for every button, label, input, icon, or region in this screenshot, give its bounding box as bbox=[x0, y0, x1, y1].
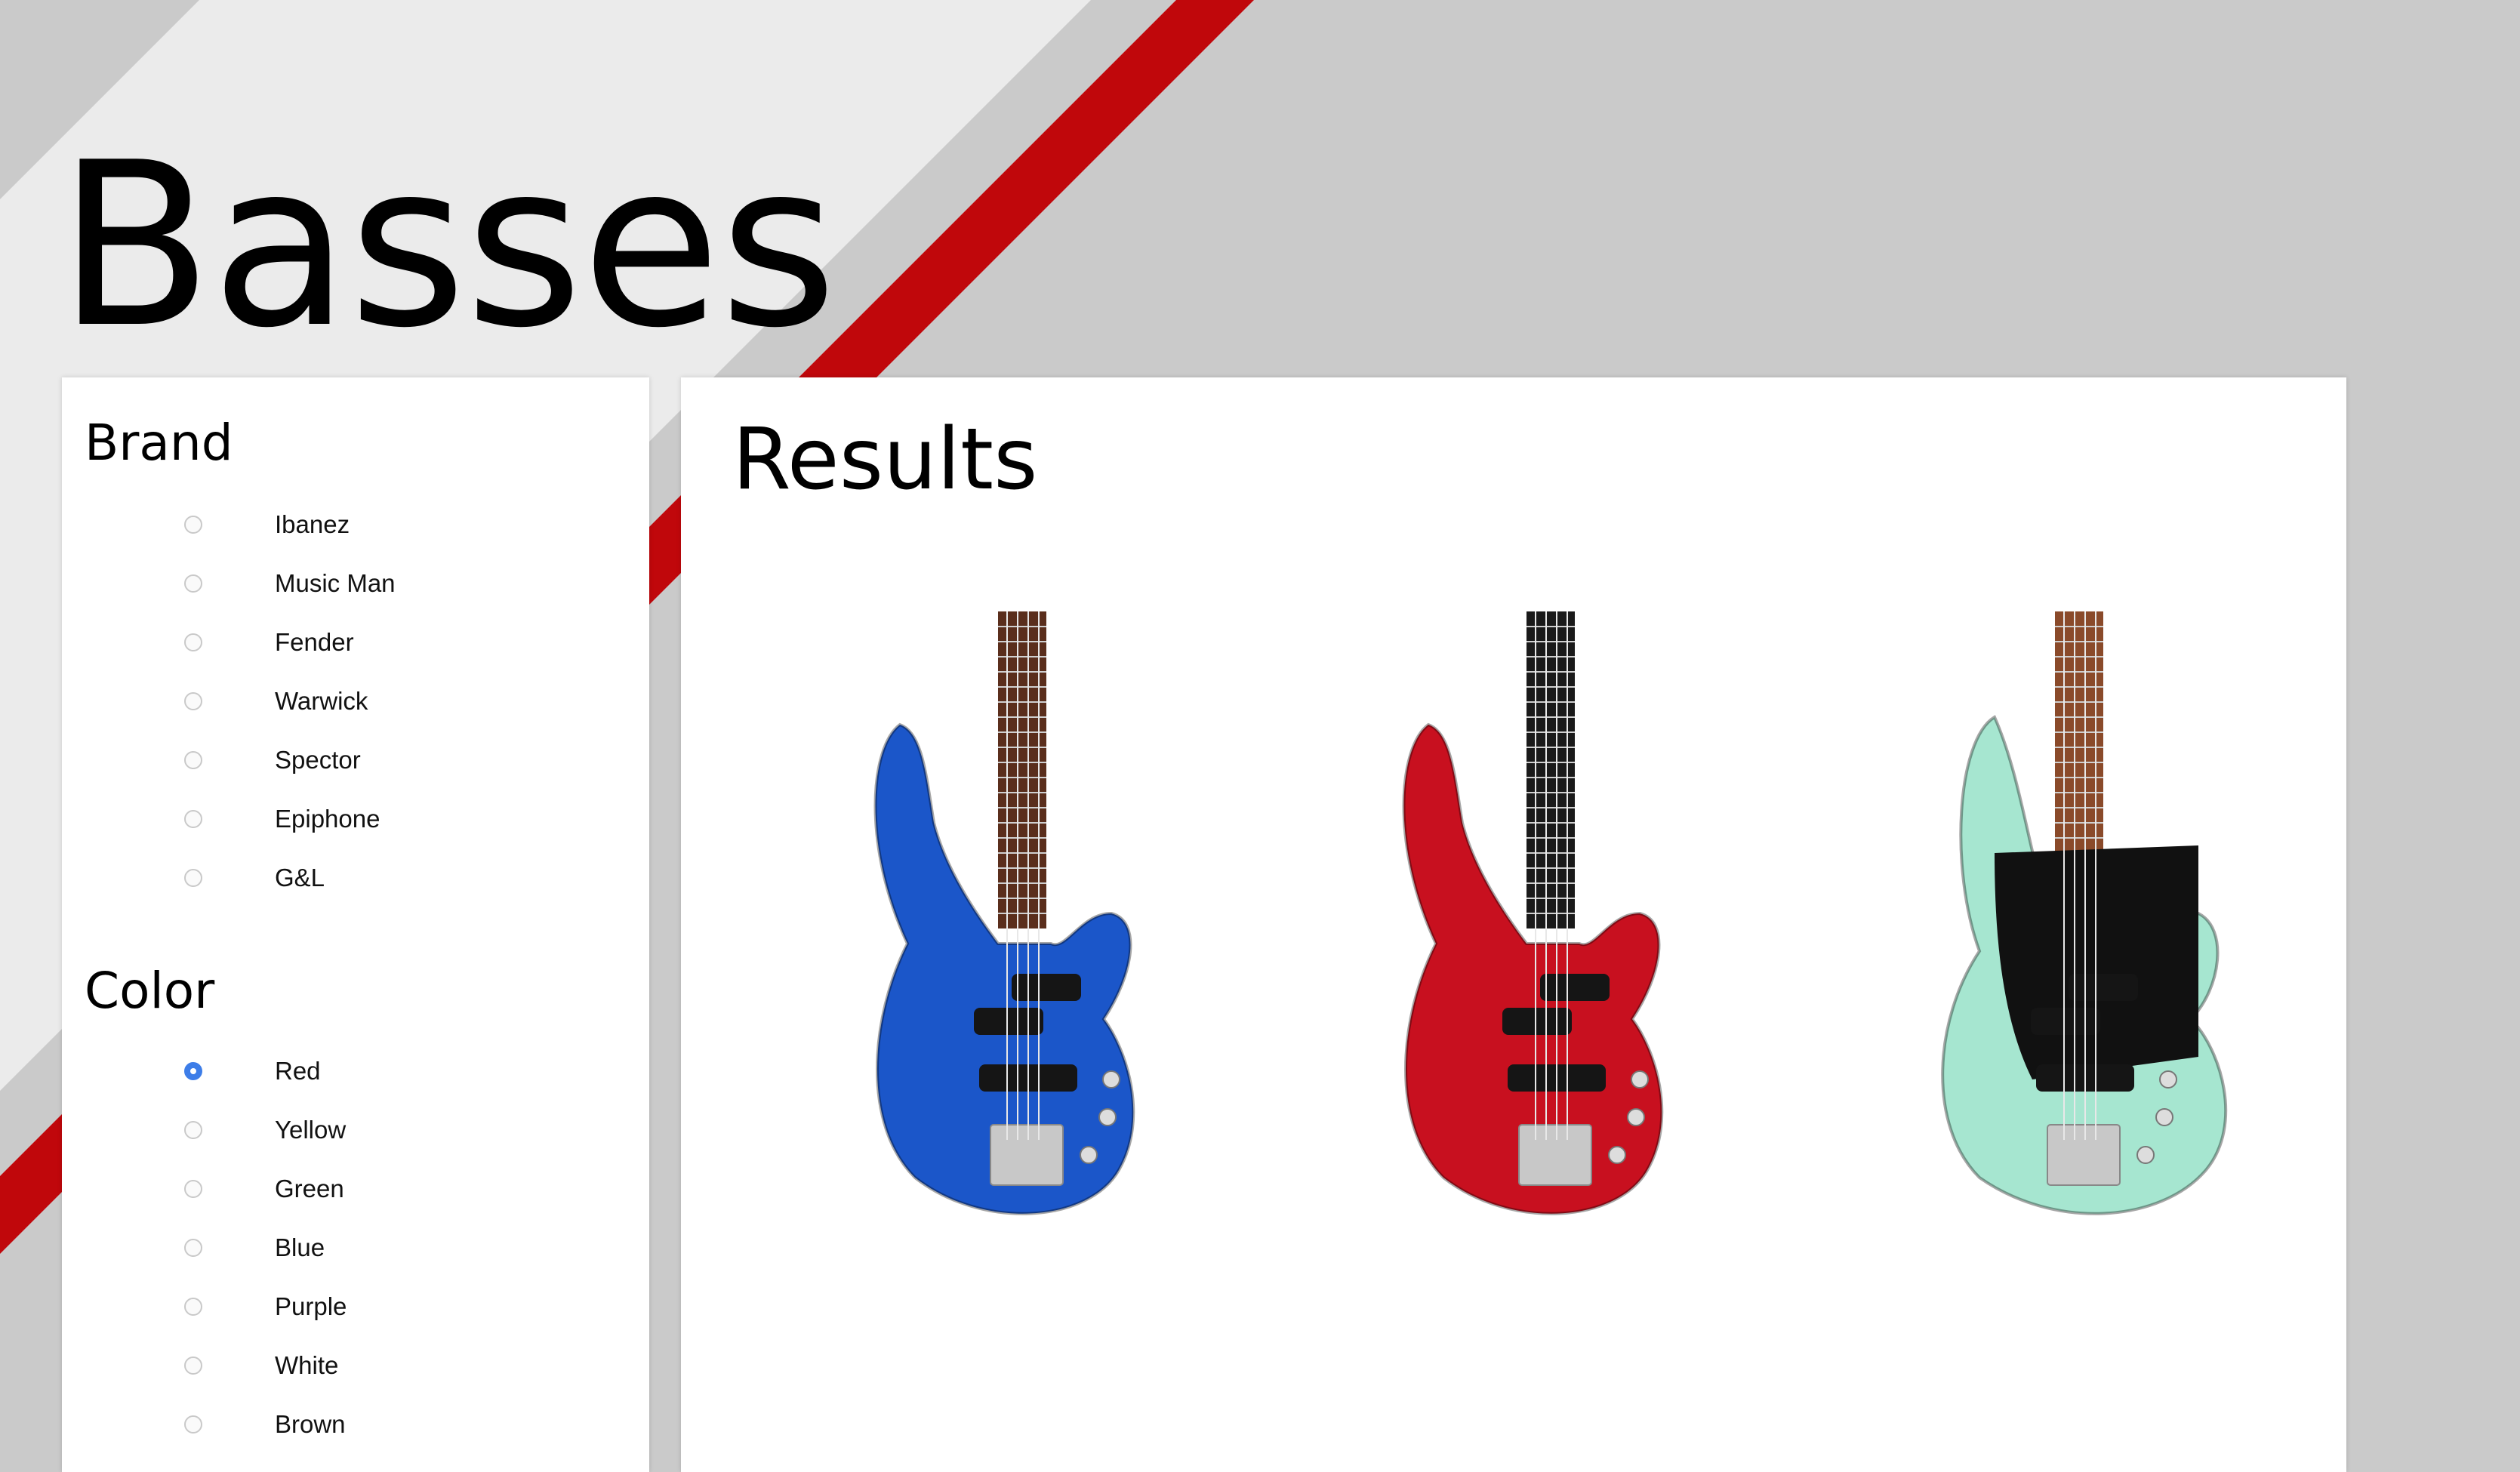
brand-filter-title: Brand bbox=[85, 414, 233, 472]
brand-option-label: Epiphone bbox=[275, 805, 380, 833]
color-option-red[interactable]: Red bbox=[62, 1045, 649, 1098]
brand-option-fender[interactable]: Fender bbox=[62, 616, 649, 669]
radio-button[interactable] bbox=[184, 1239, 202, 1257]
radio-button[interactable] bbox=[184, 1357, 202, 1375]
radio-button[interactable] bbox=[184, 692, 202, 710]
color-option-blue[interactable]: Blue bbox=[62, 1221, 649, 1274]
product-card-seafoam-bass[interactable] bbox=[1866, 596, 2289, 1276]
filter-sidebar: Brand Ibanez Music Man Fender Warwick Spector… bbox=[62, 377, 649, 1472]
radio-button[interactable] bbox=[184, 633, 202, 651]
brand-option-music-man[interactable]: Music Man bbox=[62, 557, 649, 610]
brand-option-label: Ibanez bbox=[275, 510, 350, 538]
results-panel: Results bbox=[681, 377, 2346, 1472]
bass-guitar-image bbox=[1402, 611, 1664, 1215]
radio-button[interactable] bbox=[184, 1062, 202, 1080]
product-card-blue-bass[interactable] bbox=[809, 596, 1232, 1276]
color-option-purple[interactable]: Purple bbox=[62, 1280, 649, 1333]
radio-button[interactable] bbox=[184, 1415, 202, 1434]
color-option-label: Purple bbox=[275, 1292, 347, 1320]
radio-button[interactable] bbox=[184, 869, 202, 887]
brand-option-epiphone[interactable]: Epiphone bbox=[62, 793, 649, 845]
color-option-cut-off[interactable] bbox=[62, 1457, 649, 1472]
color-option-label: Green bbox=[275, 1175, 344, 1203]
brand-option-label: G&L bbox=[275, 864, 325, 892]
radio-button[interactable] bbox=[184, 810, 202, 828]
color-option-white[interactable]: White bbox=[62, 1339, 649, 1392]
color-filter-title: Color bbox=[85, 962, 215, 1020]
brand-option-label: Warwick bbox=[275, 687, 368, 715]
radio-button[interactable] bbox=[184, 751, 202, 769]
color-option-label: Blue bbox=[275, 1233, 325, 1261]
brand-option-label: Fender bbox=[275, 628, 354, 656]
brand-option-label: Music Man bbox=[275, 569, 396, 597]
radio-button[interactable] bbox=[184, 1180, 202, 1198]
radio-button[interactable] bbox=[184, 574, 202, 593]
page-title: Basses bbox=[57, 114, 837, 377]
bass-guitar-image bbox=[873, 611, 1135, 1215]
color-option-label: Red bbox=[275, 1057, 321, 1085]
product-card-red-bass[interactable] bbox=[1338, 596, 1761, 1276]
brand-option-spector[interactable]: Spector bbox=[62, 734, 649, 787]
brand-option-g-l[interactable]: G&L bbox=[62, 851, 649, 904]
color-option-brown[interactable]: Brown bbox=[62, 1398, 649, 1451]
radio-button[interactable] bbox=[184, 1121, 202, 1139]
color-option-yellow[interactable]: Yellow bbox=[62, 1104, 649, 1156]
color-option-label: Yellow bbox=[275, 1116, 347, 1144]
brand-option-ibanez[interactable]: Ibanez bbox=[62, 498, 649, 551]
radio-button[interactable] bbox=[184, 1298, 202, 1316]
bass-guitar-image bbox=[1941, 611, 2228, 1215]
results-title: Results bbox=[732, 411, 1038, 509]
radio-button[interactable] bbox=[184, 516, 202, 534]
brand-option-label: Spector bbox=[275, 746, 361, 774]
brand-option-warwick[interactable]: Warwick bbox=[62, 675, 649, 728]
color-option-green[interactable]: Green bbox=[62, 1163, 649, 1215]
color-option-label: Brown bbox=[275, 1410, 346, 1438]
color-option-label: White bbox=[275, 1351, 339, 1379]
